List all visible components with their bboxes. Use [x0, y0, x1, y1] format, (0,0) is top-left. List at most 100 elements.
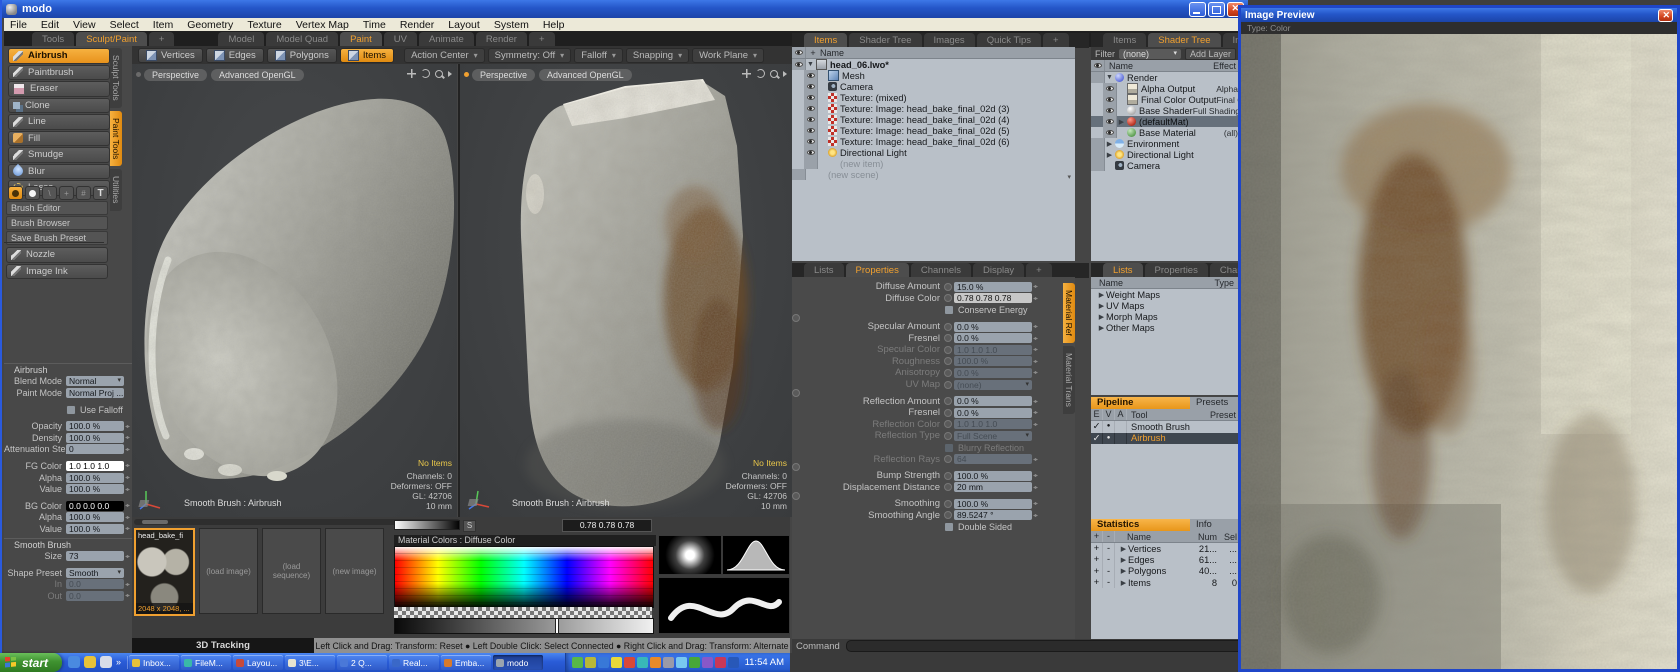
- window-titlebar[interactable]: modo: [2, 0, 1248, 18]
- envelope-toggle-icon[interactable]: [944, 511, 952, 519]
- pan-icon[interactable]: [407, 69, 416, 78]
- envelope-toggle-icon[interactable]: [944, 346, 952, 354]
- menu-item[interactable]: Layout: [448, 19, 480, 31]
- property-value-field[interactable]: 100.0 %: [66, 484, 124, 494]
- statistics-row[interactable]: + - ▶ Edges 61... ...: [1091, 554, 1240, 565]
- expand-arrow-icon[interactable]: ▶: [1117, 118, 1126, 126]
- shader-layer-row[interactable]: Alpha Output Alpha: [1091, 83, 1240, 94]
- spinner-arrows-icon[interactable]: [125, 514, 129, 521]
- expand-arrow-icon[interactable]: ▼: [806, 61, 815, 68]
- toolbar-dropdown[interactable]: Snapping: [626, 48, 689, 63]
- shader-layer-row[interactable]: ▶ (defaultMat): [1091, 116, 1240, 127]
- image-thumbnail[interactable]: (load sequence): [262, 528, 321, 614]
- vertex-map-group-row[interactable]: ▶ Other Maps: [1091, 322, 1240, 333]
- taskbar-task-button[interactable]: FileM...: [181, 655, 231, 670]
- envelope-toggle-icon[interactable]: [944, 472, 952, 480]
- statistics-row[interactable]: + - ▶ Items 8 0: [1091, 577, 1240, 588]
- material-side-tab[interactable]: Material Ref: [1063, 283, 1075, 343]
- selection-mode-button[interactable]: Edges: [206, 48, 264, 63]
- property-value-field[interactable]: Full Scene: [954, 431, 1032, 441]
- property-value-field[interactable]: 0.0 0.0 0.0: [66, 501, 124, 511]
- expand-arrow-icon[interactable]: ▶: [1119, 579, 1128, 587]
- item-row[interactable]: Texture: (mixed): [792, 92, 1075, 103]
- tool-button[interactable]: Eraser: [8, 81, 110, 97]
- property-value-field[interactable]: Normal: [66, 376, 124, 386]
- viewport-type-button[interactable]: Perspective: [144, 69, 207, 81]
- envelope-toggle-icon[interactable]: [944, 294, 952, 302]
- expand-arrow-icon[interactable]: ▶: [1119, 567, 1128, 575]
- statistics-row[interactable]: + - ▶ Vertices 21... ...: [1091, 543, 1240, 554]
- property-value-field[interactable]: Normal Proj ...: [66, 388, 124, 398]
- property-value-field[interactable]: 0: [66, 444, 124, 454]
- value-slider-marker[interactable]: [555, 618, 559, 634]
- minimize-button[interactable]: [1189, 2, 1206, 17]
- viewport-right[interactable]: Perspective Advanced OpenGL No Items Cha…: [458, 64, 792, 517]
- selection-mode-button[interactable]: Items: [340, 48, 394, 63]
- quick-launch-icon[interactable]: [100, 656, 112, 668]
- menu-item[interactable]: View: [73, 19, 96, 31]
- panel-tab[interactable]: Properties: [846, 263, 909, 278]
- layout-tab[interactable]: UV: [384, 32, 417, 47]
- item-row[interactable]: Camera: [792, 81, 1075, 92]
- spinner-arrows-icon[interactable]: [1033, 409, 1037, 416]
- tray-icon[interactable]: [689, 657, 700, 668]
- spinner-arrows-icon[interactable]: [125, 581, 129, 588]
- shader-layer-row[interactable]: ▼ Render: [1091, 72, 1240, 83]
- menu-item[interactable]: Edit: [41, 19, 59, 31]
- expand-plus-icon[interactable]: +: [1091, 577, 1103, 588]
- tray-icon[interactable]: [702, 657, 713, 668]
- tray-icon[interactable]: [585, 657, 596, 668]
- visible-dot-icon[interactable]: ●: [1103, 433, 1115, 445]
- brush-tip-round-button[interactable]: [8, 186, 23, 200]
- property-value-field[interactable]: (none): [954, 380, 1032, 390]
- property-value-field[interactable]: 1.0 1.0 1.0: [954, 419, 1032, 429]
- layout-tab[interactable]: +: [149, 32, 175, 47]
- color-value-field[interactable]: 0.78 0.78 0.78: [562, 519, 652, 532]
- collapse-minus-icon[interactable]: -: [1103, 554, 1115, 565]
- expand-arrow-icon[interactable]: ▶: [1105, 140, 1114, 148]
- panel-tab[interactable]: Lists: [1103, 263, 1143, 278]
- checkbox[interactable]: [944, 443, 954, 453]
- spinner-arrows-icon[interactable]: [1033, 421, 1037, 428]
- menu-item[interactable]: System: [494, 19, 529, 31]
- saturation-button[interactable]: S: [463, 520, 476, 532]
- spinner-arrows-icon[interactable]: [1033, 472, 1037, 479]
- property-value-field[interactable]: 0.0 %: [954, 333, 1032, 343]
- property-value-field[interactable]: 0.0: [66, 591, 124, 601]
- tray-icon[interactable]: [572, 657, 583, 668]
- tool-category-tab[interactable]: Paint Tools: [110, 111, 122, 166]
- envelope-toggle-icon[interactable]: [944, 397, 952, 405]
- layout-tab[interactable]: Animate: [419, 32, 474, 47]
- property-value-field[interactable]: 1.0 1.0 1.0: [954, 345, 1032, 355]
- tray-icon[interactable]: [676, 657, 687, 668]
- envelope-toggle-icon[interactable]: [944, 500, 952, 508]
- collapse-minus-icon[interactable]: -: [1103, 577, 1115, 588]
- panel-tab[interactable]: +: [1026, 263, 1052, 278]
- zoom-icon[interactable]: [770, 70, 778, 78]
- pipeline-tool-row[interactable]: ✓ ● Airbrush: [1091, 433, 1240, 445]
- shader-layer-row[interactable]: ▶ Environment: [1091, 138, 1240, 149]
- envelope-toggle-icon[interactable]: [944, 432, 952, 440]
- spinner-arrows-icon[interactable]: [125, 423, 129, 430]
- panel-tab[interactable]: Channels: [911, 263, 971, 278]
- spinner-arrows-icon[interactable]: [1033, 323, 1037, 330]
- property-value-field[interactable]: 15.0 %: [954, 282, 1032, 292]
- envelope-toggle-icon[interactable]: [944, 323, 952, 331]
- viewport-type-button[interactable]: Perspective: [472, 69, 535, 81]
- spinner-arrows-icon[interactable]: [125, 462, 129, 469]
- tool-button[interactable]: Paintbrush: [8, 65, 110, 81]
- item-row[interactable]: Texture: Image: head_bake_final_02d (3): [792, 103, 1075, 114]
- taskbar-task-button[interactable]: 2 Q...: [337, 655, 387, 670]
- spinner-arrows-icon[interactable]: [125, 474, 129, 481]
- item-row[interactable]: Directional Light: [792, 147, 1075, 158]
- taskbar-task-button[interactable]: Emba...: [441, 655, 491, 670]
- spinner-arrows-icon[interactable]: [1033, 295, 1037, 302]
- panel-tab[interactable]: Images: [924, 33, 975, 48]
- property-value-field[interactable]: 0.0: [66, 579, 124, 589]
- spinner-arrows-icon[interactable]: [125, 486, 129, 493]
- property-value-field[interactable]: 0.0 %: [954, 408, 1032, 418]
- spinner-arrows-icon[interactable]: [125, 502, 129, 509]
- property-value-field[interactable]: 100.0 %: [66, 512, 124, 522]
- tool-category-tab[interactable]: Utilities: [110, 169, 122, 210]
- enable-check-icon[interactable]: ✓: [1091, 433, 1103, 445]
